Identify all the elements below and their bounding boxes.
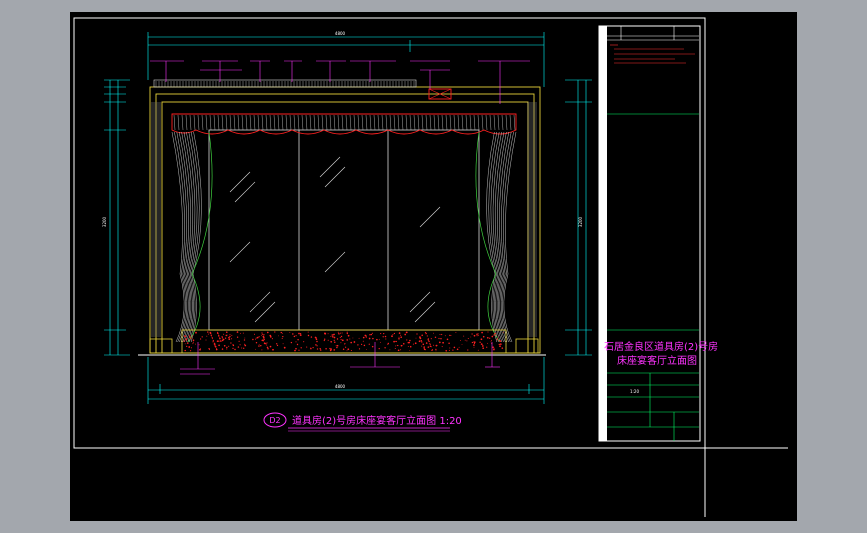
title-block: 石居金良区道具房(2)号房 床座宴客厅立面图 1:20 [598, 25, 718, 442]
drawing-title: 道具房(2)号房床座宴客厅立面图 1:20 [292, 414, 462, 427]
elevation-drawing: 石居金良区道具房(2)号房 床座宴客厅立面图 1:20 4800 4800 32… [73, 17, 788, 517]
overall-height-dim: 3200 [102, 216, 107, 227]
elevation: 4800 4800 3200 3200 [102, 31, 592, 404]
cad-drawing-canvas[interactable]: 石居金良区道具房(2)号房 床座宴客厅立面图 1:20 4800 4800 32… [70, 12, 797, 521]
base-gravel-pattern [183, 331, 504, 352]
curtain-left [171, 131, 202, 343]
bottom-leader-labels [180, 342, 500, 375]
drawing-title-group: D2 道具房(2)号房床座宴客厅立面图 1:20 [263, 412, 462, 432]
title-badge: D2 [269, 416, 280, 425]
side-title-line2: 床座宴客厅立面图 [617, 354, 697, 367]
sheet-border [73, 17, 788, 517]
cornice-hatch [155, 81, 415, 87]
scale-cell: 1:20 [630, 389, 639, 394]
curtain-right [486, 131, 517, 343]
overall-width-dim: 4800 [335, 31, 346, 36]
side-title-line1: 石居金良区道具房(2)号房 [604, 340, 718, 353]
right-height-dim: 3200 [578, 216, 583, 227]
design-notes [610, 44, 695, 64]
curtain-valance [171, 113, 517, 135]
window-glass [208, 129, 480, 331]
bottom-width-dim: 4800 [335, 384, 346, 389]
valance-pleats [173, 114, 516, 131]
dimensions [104, 32, 592, 404]
